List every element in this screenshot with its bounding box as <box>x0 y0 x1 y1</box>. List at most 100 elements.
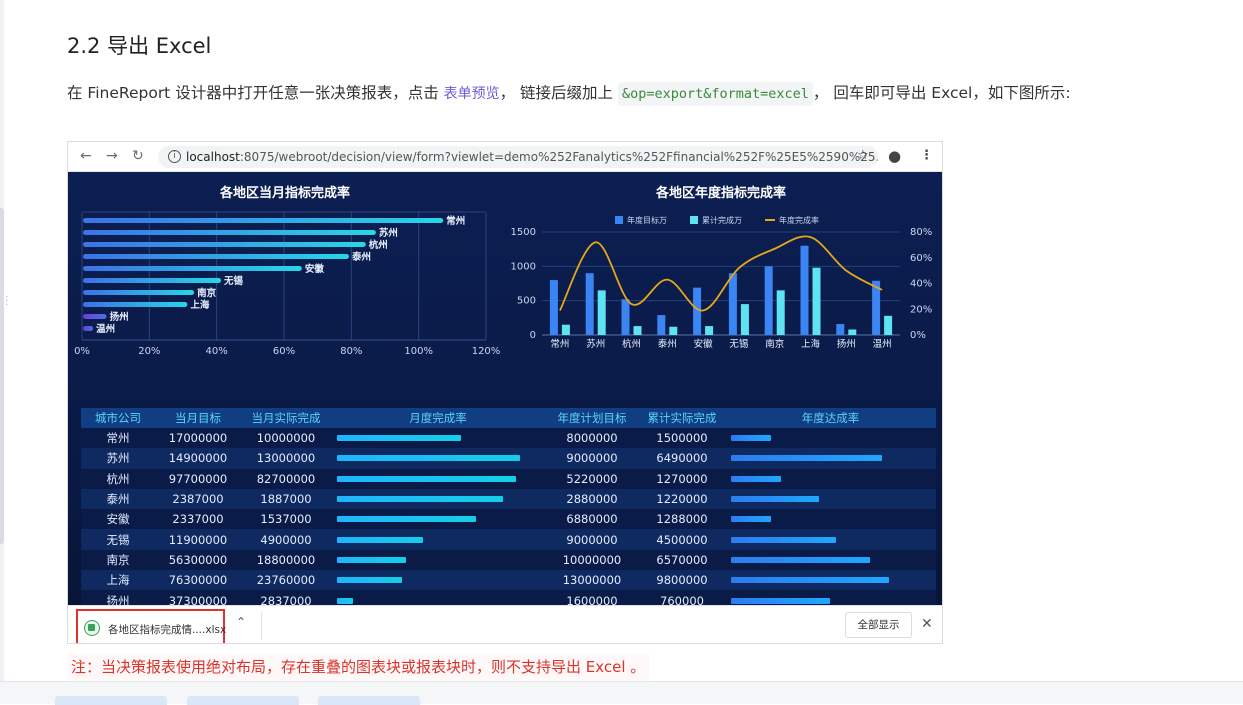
x-tick-label: 80% <box>340 346 362 357</box>
bar <box>83 242 366 247</box>
form-preview-link[interactable]: 表单预览 <box>444 86 500 102</box>
rate-bar <box>337 455 520 462</box>
col-city: 城市公司 <box>81 408 155 428</box>
para-text-2: ， 链接后缀加上 <box>499 84 618 102</box>
table-cell: 11900000 <box>155 529 241 550</box>
table-row: 安徽 2337000 1537000 6880000 1288000 <box>81 509 936 530</box>
table-cell: 苏州 <box>81 448 155 469</box>
rate-bar <box>731 435 771 442</box>
download-item[interactable]: 各地区指标完成情....xlsx <box>76 609 227 643</box>
y-tick-label: 1000 <box>511 261 536 272</box>
month-rate-cell <box>331 428 545 449</box>
intro-paragraph: 在 FineReport 设计器中打开任意一张决策报表，点击 表单预览， 链接后… <box>67 80 1177 107</box>
bar-done <box>561 324 570 335</box>
rate-bar <box>731 556 870 563</box>
bar-done <box>776 290 785 335</box>
bar <box>83 314 107 319</box>
bar <box>83 230 376 235</box>
table-cell: 杭州 <box>81 468 155 489</box>
rate-bar <box>731 496 819 503</box>
bar-target <box>693 287 702 335</box>
table-cell: 1537000 <box>241 509 331 530</box>
table-cell: 82700000 <box>241 468 331 489</box>
close-icon[interactable]: ✕ <box>921 616 933 632</box>
x-tick-label: 常州 <box>550 338 569 350</box>
account-icon[interactable]: ● <box>888 147 901 165</box>
bar-target <box>836 324 845 335</box>
bar <box>83 326 94 331</box>
table-cell: 23760000 <box>241 570 331 591</box>
bar-done <box>812 267 821 335</box>
rate-bar <box>337 536 423 543</box>
bar <box>83 302 188 307</box>
address-bar[interactable]: localhost:8075/webroot/decision/view/for… <box>158 146 878 168</box>
download-file-name: 各地区指标完成情....xlsx <box>108 624 227 636</box>
legend-label: 累计完成万 <box>702 215 742 225</box>
reload-icon[interactable]: ↻ <box>132 148 144 164</box>
table-cell: 1500000 <box>639 428 725 449</box>
left-chart-title: 各地区当月指标完成率 <box>220 186 351 201</box>
table-cell: 1288000 <box>639 509 725 530</box>
site-info-icon[interactable]: i <box>168 150 181 163</box>
rate-bar <box>337 577 402 584</box>
col-year-target: 年度计划目标 <box>545 408 639 428</box>
bar-target <box>621 299 630 335</box>
table-cell: 南京 <box>81 549 155 571</box>
legend-swatch-target <box>615 216 623 224</box>
bar-done <box>633 326 642 335</box>
chevron-up-icon[interactable]: ⌃ <box>236 615 246 629</box>
table-cell: 14900000 <box>155 448 241 469</box>
table-cell: 97700000 <box>155 468 241 489</box>
x-tick-label: 无锡 <box>729 338 748 350</box>
rate-bar <box>731 516 771 523</box>
table-cell: 9000000 <box>545 529 639 550</box>
page-title: 2.2 导出 Excel <box>67 34 212 58</box>
table-cell: 1270000 <box>639 468 725 489</box>
x-tick-label: 温州 <box>873 339 892 350</box>
forward-icon[interactable]: → <box>106 148 118 164</box>
annual-completion-chart: 年度目标万 累计完成万 年度完成率 0 500 1000 1500 0% 20% 40% 60% 80… <box>511 215 933 350</box>
rate-bar <box>337 435 461 442</box>
month-rate-cell <box>331 509 545 530</box>
show-all-button[interactable]: 全部显示 <box>845 612 912 638</box>
table-cell: 1887000 <box>241 488 331 510</box>
x-tick-label: 苏州 <box>586 338 605 350</box>
table-cell: 13000000 <box>545 570 639 591</box>
y-tick-label: 0 <box>530 330 536 341</box>
rate-bar <box>337 556 406 563</box>
bar-label: 杭州 <box>369 239 388 251</box>
completion-rate-line <box>559 235 883 312</box>
month-rate-cell <box>331 549 545 571</box>
table-row: 上海 76300000 23760000 13000000 9800000 <box>81 570 936 591</box>
url-path: :8075/webroot/decision/view/form?viewlet… <box>239 150 878 164</box>
bar-done <box>884 315 893 335</box>
table-cell: 18800000 <box>241 549 331 571</box>
table-row: 南京 56300000 18800000 10000000 6570000 <box>81 549 936 571</box>
star-icon[interactable]: ☆ <box>857 148 869 163</box>
col-month-actual: 当月实际完成 <box>241 408 331 428</box>
bar-target <box>585 273 594 335</box>
url-suffix-code: &op=export&format=excel <box>617 82 813 106</box>
y-tick-label: 500 <box>517 296 536 307</box>
left-scroll-rail <box>0 0 4 704</box>
table-cell: 76300000 <box>155 570 241 591</box>
back-icon[interactable]: ← <box>80 148 92 164</box>
table-cell: 17000000 <box>155 428 241 449</box>
bar-target <box>800 245 809 335</box>
x-tick-label: 60% <box>273 346 295 357</box>
drag-handle-icon[interactable]: · · · <box>5 293 8 311</box>
rate-bar <box>731 577 889 584</box>
screenshot-figure: ← → ↻ localhost:8075/webroot/decision/vi… <box>67 141 943 644</box>
kebab-menu-icon[interactable]: ⋮ <box>920 148 933 163</box>
x-tick-label: 100% <box>404 346 433 357</box>
bar-label: 无锡 <box>223 275 244 287</box>
x-tick-label: 上海 <box>801 338 821 350</box>
table-cell: 安徽 <box>81 509 155 530</box>
sidebar-resize-handle[interactable] <box>0 208 4 544</box>
table-row: 无锡 11900000 4900000 9000000 4500000 <box>81 529 936 550</box>
col-year-actual: 累计实际完成 <box>639 408 725 428</box>
bar-label: 温州 <box>96 323 115 335</box>
bar <box>83 266 302 271</box>
bar-done <box>669 326 678 335</box>
year-rate-cell <box>725 488 936 510</box>
